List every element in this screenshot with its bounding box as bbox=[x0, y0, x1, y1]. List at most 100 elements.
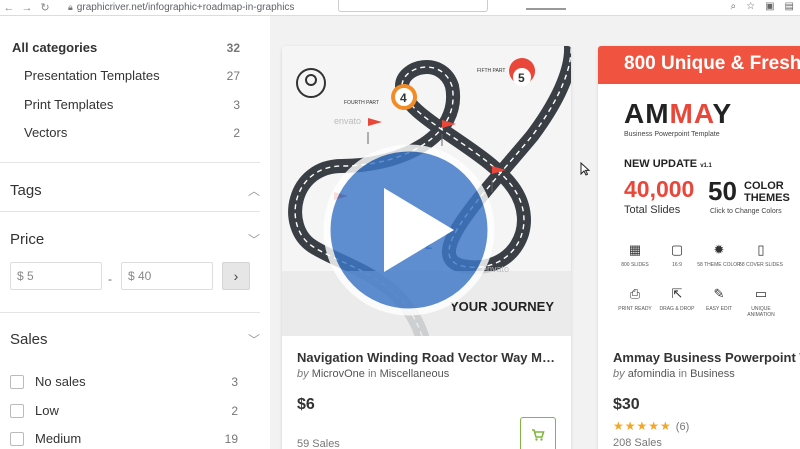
rating-count: (6) bbox=[675, 421, 690, 433]
product-title[interactable]: Navigation Winding Road Vector Way Ma... bbox=[297, 350, 557, 365]
price-min-input[interactable]: $ 5 bbox=[10, 262, 102, 290]
product-title[interactable]: Ammay Business Powerpoint Te bbox=[613, 350, 800, 365]
category-count: 32 bbox=[226, 40, 240, 55]
sales-section-header[interactable]: Sales ﹀ bbox=[10, 331, 260, 348]
product-card[interactable]: FOURTH PART FIFTH PART 4 5 2 envato enva… bbox=[282, 46, 571, 449]
author-link[interactable]: afomindia bbox=[628, 368, 676, 380]
road-label: FIFTH PART bbox=[477, 68, 505, 74]
price-max-input[interactable]: $ 40 bbox=[121, 262, 213, 290]
category-link[interactable]: Miscellaneous bbox=[380, 368, 450, 380]
price-label: Price bbox=[10, 231, 45, 248]
sales-option-medium[interactable]: Medium 19 bbox=[10, 431, 260, 446]
chevron-right-icon: › bbox=[233, 268, 239, 284]
product-thumbnail[interactable]: FOURTH PART FIFTH PART 4 5 2 envato enva… bbox=[282, 46, 571, 343]
category-presentation-templates[interactable]: Presentation Templates 27 bbox=[0, 68, 270, 83]
feature-label: DRAG & DROP bbox=[659, 306, 695, 312]
option-count: 2 bbox=[231, 403, 238, 418]
reload-icon[interactable]: ↻ bbox=[36, 1, 54, 14]
pin-number: 4 bbox=[400, 91, 407, 105]
document-icon: ▯ bbox=[757, 242, 765, 257]
category-count: 3 bbox=[233, 97, 240, 112]
chevron-up-icon[interactable]: ︿ bbox=[248, 182, 260, 199]
site-search-input[interactable] bbox=[338, 0, 488, 12]
category-print-templates[interactable]: Print Templates 3 bbox=[0, 97, 270, 112]
category-label: Vectors bbox=[24, 125, 68, 140]
checkbox[interactable] bbox=[10, 431, 24, 446]
product-sales: 59 Sales bbox=[297, 438, 340, 449]
price-section-header[interactable]: Price ﹀ bbox=[10, 231, 260, 248]
url-field[interactable]: 🔒︎ graphicriver.net/infographic+roadmap-… bbox=[68, 2, 294, 13]
product-thumbnail[interactable]: 800 Unique & Fresh AMMAY Business Powerp… bbox=[598, 46, 800, 336]
category-label: Presentation Templates bbox=[24, 68, 160, 83]
filter-sidebar: All categories 32 Presentation Templates… bbox=[0, 16, 270, 449]
product-sales: 208 Sales bbox=[613, 437, 662, 449]
divider bbox=[0, 312, 260, 313]
thumb-logo: AMMAY bbox=[624, 98, 732, 130]
sales-option-low[interactable]: Low 2 bbox=[10, 403, 260, 418]
category-all[interactable]: All categories 32 bbox=[0, 40, 270, 55]
option-count: 19 bbox=[224, 431, 238, 446]
thumb-slide-count: 40,000 bbox=[624, 176, 695, 202]
zoom-icon[interactable]: ⌕ bbox=[731, 1, 737, 12]
screen-icon: ▢ bbox=[670, 242, 684, 257]
star-rating: ★★★★★ (6) bbox=[613, 419, 689, 433]
printer-icon: ⎙ bbox=[629, 286, 641, 301]
price-range-dash: - bbox=[108, 272, 112, 286]
pencil-icon: ✎ bbox=[713, 286, 725, 301]
chevron-down-icon[interactable]: ﹀ bbox=[248, 231, 260, 248]
road-illustration: FOURTH PART FIFTH PART 4 5 2 envato enva… bbox=[282, 46, 571, 343]
chevron-down-icon[interactable]: ﹀ bbox=[248, 331, 260, 348]
tags-label: Tags bbox=[10, 182, 42, 199]
in-text: in bbox=[367, 368, 377, 380]
extension-icon[interactable]: ▣ bbox=[765, 1, 774, 12]
url-path: /infographic+roadmap-in-graphics bbox=[145, 2, 295, 13]
devtools-icon[interactable]: ▤ bbox=[785, 1, 794, 12]
play-video-icon[interactable] bbox=[323, 144, 495, 316]
category-link[interactable]: Business bbox=[690, 368, 735, 380]
category-vectors[interactable]: Vectors 2 bbox=[0, 125, 270, 140]
tags-section-header[interactable]: Tags ︿ bbox=[10, 182, 260, 199]
logo-part: AM bbox=[624, 98, 670, 129]
feature-item: ⇱ DRAG & DROP bbox=[654, 286, 700, 312]
option-label: No sales bbox=[35, 374, 86, 389]
add-to-cart-button[interactable] bbox=[520, 417, 556, 449]
road-label: FOURTH PART bbox=[344, 100, 379, 106]
sales-option-no-sales[interactable]: No sales 3 bbox=[10, 374, 260, 389]
header-underline bbox=[526, 8, 566, 10]
feature-item: ▭ UNIQUE ANIMATION bbox=[738, 286, 784, 318]
grid-icon: ▦ bbox=[628, 242, 642, 257]
themes-label: THEMES bbox=[744, 192, 790, 204]
option-label: Low bbox=[35, 403, 59, 418]
checkbox[interactable] bbox=[10, 374, 24, 389]
thumb-click-label: Click to Change Colors bbox=[710, 208, 782, 215]
feature-item: ✎ EASY EDIT bbox=[696, 286, 742, 312]
logo-part: Y bbox=[712, 98, 733, 129]
product-card[interactable]: 800 Unique & Fresh AMMAY Business Powerp… bbox=[598, 46, 800, 449]
checkbox[interactable] bbox=[10, 403, 24, 418]
feature-label: 16:9 bbox=[672, 262, 682, 268]
sun-icon: ✹ bbox=[713, 242, 725, 257]
thumb-themes-count: 50 bbox=[708, 176, 737, 206]
pin-number: 5 bbox=[518, 71, 525, 85]
back-icon[interactable]: ← bbox=[0, 2, 18, 14]
product-byline: by MicrovOne in Miscellaneous bbox=[297, 368, 449, 380]
price-apply-button[interactable]: › bbox=[222, 262, 250, 290]
product-price: $6 bbox=[297, 396, 315, 413]
update-text: NEW UPDATE bbox=[624, 158, 698, 170]
feature-label: 800 SLIDES bbox=[621, 262, 649, 268]
divider bbox=[0, 211, 260, 212]
thumb-slides-label: Total Slides bbox=[624, 204, 681, 216]
sales-label: Sales bbox=[10, 331, 48, 348]
author-link[interactable]: MicrovOne bbox=[312, 368, 365, 380]
feature-label: 58 THEME COLOR bbox=[697, 262, 741, 268]
bookmark-star-icon[interactable]: ☆ bbox=[746, 1, 755, 12]
feature-item: ⎙ PRINT READY bbox=[612, 286, 658, 312]
lock-icon: 🔒︎ bbox=[68, 2, 73, 12]
option-label: Medium bbox=[35, 431, 82, 446]
feature-label: UNIQUE ANIMATION bbox=[747, 306, 775, 318]
feature-item: ✹ 58 THEME COLOR bbox=[696, 242, 742, 268]
divider bbox=[0, 162, 260, 163]
forward-icon[interactable]: → bbox=[18, 2, 36, 14]
feature-item: ▯ 58 COVER SLIDES bbox=[738, 242, 784, 268]
feature-item: ▦ 800 SLIDES bbox=[612, 242, 658, 268]
